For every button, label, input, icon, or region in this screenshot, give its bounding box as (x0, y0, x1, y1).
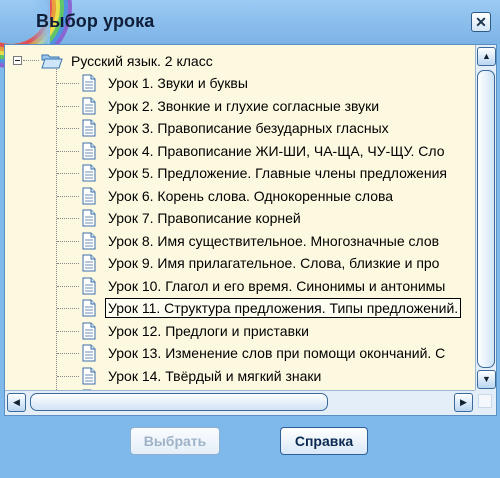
scroll-right-button[interactable]: ▶ (454, 393, 473, 412)
document-icon (82, 344, 96, 362)
document-icon (82, 254, 96, 272)
document-icon (82, 187, 96, 204)
document-icon (82, 97, 96, 114)
lesson-item[interactable]: Урок 3. Правописание безударных гласных (5, 117, 475, 139)
tree-connector (23, 60, 39, 61)
lesson-tree: Русский язык. 2 класс Урок 1. Звуки и бу… (4, 44, 497, 416)
scroll-up-button[interactable]: ▲ (477, 47, 496, 66)
close-icon: ✕ (475, 14, 487, 30)
lesson-item[interactable]: Урок 14. Твёрдый и мягкий знаки (5, 365, 475, 387)
tree-content: Русский язык. 2 класс Урок 1. Звуки и бу… (5, 45, 475, 390)
tree-connector (57, 83, 79, 84)
tree-root-label: Русский язык. 2 класс (71, 53, 213, 69)
tree-connector (57, 263, 79, 264)
tree-connector (57, 173, 79, 174)
document-icon (82, 142, 96, 159)
tree-connector (57, 240, 79, 242)
lesson-item[interactable]: Урок 10. Глагол и его время. Синонимы и … (5, 275, 475, 297)
tree-connector (57, 195, 79, 197)
document-icon (82, 209, 96, 227)
lesson-label: Урок 8. Имя существительное. Многозначны… (108, 232, 440, 249)
document-icon (82, 232, 96, 249)
lesson-label: Урок 10. Глагол и его время. Синонимы и … (108, 277, 446, 294)
collapse-toggle-icon[interactable] (13, 56, 22, 65)
lesson-item[interactable]: Урок 9. Имя прилагательное. Слова, близк… (5, 252, 475, 274)
document-icon (82, 119, 96, 137)
horizontal-scroll-thumb[interactable] (30, 393, 328, 411)
title-bar[interactable]: Выбор урока ✕ (0, 0, 500, 44)
arrow-left-icon: ◀ (13, 397, 20, 407)
lesson-label: Урок 5. Предложение. Главные члены предл… (108, 165, 447, 181)
lesson-select-dialog: Выбор урока ✕ Русский язык. 2 класс Урок… (0, 0, 500, 478)
lesson-label: Урок 12. Предлоги и приставки (108, 322, 309, 339)
tree-connector (57, 105, 79, 107)
select-button[interactable]: Выбрать (130, 427, 220, 455)
lesson-item[interactable]: Урок 4. Правописание ЖИ-ШИ, ЧА-ЩА, ЧУ-ЩУ… (5, 140, 475, 162)
lesson-item[interactable]: Урок 6. Корень слова. Однокоренные слова (5, 185, 475, 207)
folder-open-icon (41, 54, 63, 69)
vertical-scroll-thumb[interactable] (477, 70, 495, 368)
tree-connector (57, 128, 79, 129)
tree-connector (57, 375, 79, 377)
lesson-item[interactable]: Урок 11. Структура предложения. Типы пре… (5, 297, 475, 319)
arrow-up-icon: ▲ (482, 51, 491, 61)
lesson-label: Урок 3. Правописание безударных гласных (108, 120, 389, 136)
lesson-label: Урок 6. Корень слова. Однокоренные слова (108, 187, 394, 204)
lesson-label: Урок 14. Твёрдый и мягкий знаки (108, 367, 322, 384)
lesson-label: Урок 9. Имя прилагательное. Слова, близк… (108, 255, 440, 271)
scroll-down-button[interactable]: ▼ (477, 370, 496, 389)
lesson-item[interactable]: Урок 5. Предложение. Главные члены предл… (5, 162, 475, 184)
document-icon (82, 164, 96, 182)
tree-connector (57, 218, 79, 219)
document-icon (82, 322, 96, 339)
lesson-label: Урок 4. Правописание ЖИ-ШИ, ЧА-ЩА, ЧУ-ЩУ… (108, 142, 445, 159)
lesson-label: Урок 1. Звуки и буквы (108, 75, 248, 91)
tree-connector (57, 285, 79, 287)
lesson-item[interactable]: Урок 13. Изменение слов при помощи оконч… (5, 342, 475, 364)
lesson-label: Урок 13. Изменение слов при помощи оконч… (108, 345, 446, 361)
lesson-item[interactable]: Урок 12. Предлоги и приставки (5, 320, 475, 342)
tree-connector (57, 150, 79, 152)
lesson-item[interactable]: Урок 1. Звуки и буквы (5, 72, 475, 94)
document-icon (82, 299, 96, 317)
arrow-down-icon: ▼ (482, 374, 491, 384)
close-button[interactable]: ✕ (471, 12, 491, 32)
scrollbar-corner (475, 390, 496, 415)
lesson-item[interactable]: Урок 7. Правописание корней (5, 207, 475, 229)
help-button[interactable]: Справка (280, 427, 368, 455)
scroll-left-button[interactable]: ◀ (7, 393, 26, 412)
arrow-right-icon: ▶ (460, 397, 467, 407)
lesson-label: Урок 2. Звонкие и глухие согласные звуки (108, 97, 380, 114)
select-button-label: Выбрать (143, 433, 207, 449)
tree-root-node[interactable]: Русский язык. 2 класс (5, 50, 475, 72)
lesson-label: Урок 7. Правописание корней (108, 210, 301, 226)
tree-connector (57, 308, 79, 309)
document-icon (82, 367, 96, 384)
document-icon (82, 277, 96, 294)
document-icon (82, 74, 96, 92)
tree-connector (57, 330, 79, 332)
horizontal-scrollbar[interactable]: ◀ ▶ (5, 390, 475, 415)
window-title: Выбор урока (36, 11, 155, 31)
lesson-item[interactable]: Урок 8. Имя существительное. Многозначны… (5, 230, 475, 252)
tree-connector (57, 353, 79, 354)
help-button-label: Справка (294, 433, 354, 449)
vertical-scrollbar[interactable]: ▲ ▼ (475, 45, 496, 390)
lesson-item[interactable]: Урок 2. Звонкие и глухие согласные звуки (5, 95, 475, 117)
size-grip (478, 394, 492, 408)
lesson-label: Урок 11. Структура предложения. Типы пре… (105, 298, 462, 318)
